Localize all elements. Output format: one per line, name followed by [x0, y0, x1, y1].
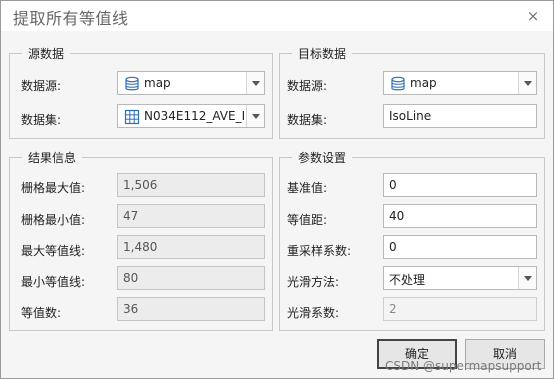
resample-factor-label: 重采样系数: [287, 244, 352, 258]
watermark: CSDN @supermapsupport [385, 359, 542, 373]
smooth-method-value: 不处理 [389, 273, 426, 287]
database-icon [391, 76, 405, 91]
isoline-count-value: 36 [117, 297, 265, 321]
raster-max-label: 栅格最大值: [21, 181, 86, 195]
source-dataset-label: 数据集: [21, 113, 62, 127]
grid-dataset-icon [124, 109, 140, 125]
close-icon[interactable]: × [523, 6, 543, 26]
source-dataset-select[interactable]: N034E112_AVE_DSM [117, 104, 265, 128]
max-isoline-value: 1,480 [117, 235, 265, 259]
chevron-down-icon[interactable] [246, 105, 264, 127]
raster-min-value: 47 [117, 204, 265, 228]
interval-input[interactable]: 40 [383, 204, 537, 228]
target-dataset-label: 数据集: [287, 113, 328, 127]
target-datasource-select[interactable]: map [383, 71, 537, 95]
source-datasource-value: map [144, 76, 171, 90]
dialog-title: 提取所有等值线 [13, 9, 129, 28]
isoline-dialog: 提取所有等值线 × 源数据 数据源: map 数据集: N034E112_AVE… [0, 0, 554, 379]
title-bar: 提取所有等值线 × [1, 1, 553, 31]
min-isoline-value: 80 [117, 266, 265, 290]
base-value-label: 基准值: [287, 181, 328, 195]
raster-min-label: 栅格最小值: [21, 213, 86, 227]
database-icon [125, 76, 139, 91]
chevron-down-icon[interactable] [518, 267, 536, 289]
smooth-factor-input: 2 [383, 297, 537, 321]
interval-label: 等值距: [287, 213, 328, 227]
resample-factor-input[interactable]: 0 [383, 235, 537, 259]
result-info-legend: 结果信息 [22, 149, 83, 166]
chevron-down-icon[interactable] [518, 72, 536, 94]
target-data-legend: 目标数据 [292, 45, 353, 62]
target-datasource-value: map [410, 76, 437, 90]
isoline-count-label: 等值数: [21, 306, 62, 320]
base-value-input[interactable]: 0 [383, 173, 537, 197]
smooth-method-select[interactable]: 不处理 [383, 266, 537, 290]
parameter-settings-legend: 参数设置 [292, 149, 353, 166]
raster-max-value: 1,506 [117, 173, 265, 197]
target-datasource-label: 数据源: [287, 79, 328, 93]
chevron-down-icon[interactable] [246, 72, 264, 94]
smooth-factor-label: 光滑系数: [287, 306, 340, 320]
target-dataset-input[interactable]: IsoLine [383, 104, 537, 128]
smooth-method-label: 光滑方法: [287, 275, 340, 289]
source-dataset-value: N034E112_AVE_DSM [144, 109, 244, 123]
source-datasource-label: 数据源: [21, 79, 62, 93]
min-isoline-label: 最小等值线: [21, 275, 86, 289]
source-datasource-select[interactable]: map [117, 71, 265, 95]
max-isoline-label: 最大等值线: [21, 244, 86, 258]
source-data-legend: 源数据 [22, 45, 71, 62]
